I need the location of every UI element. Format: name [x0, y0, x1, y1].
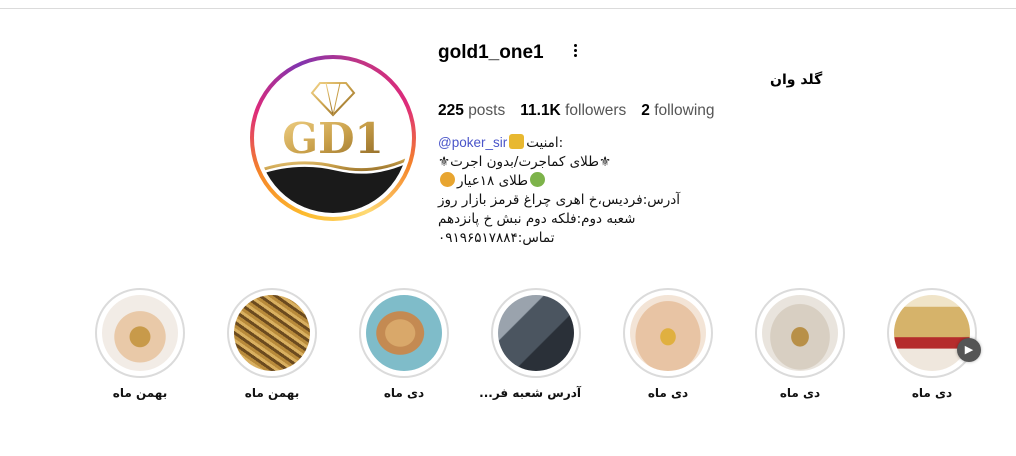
story-highlight[interactable]: بهمن ماه [95, 288, 185, 400]
highlight-label: بهمن ماه [112, 386, 168, 400]
bio-line-1: @poker_sir :امنیت [438, 133, 698, 153]
followers-stat[interactable]: 11.1K followers [520, 102, 626, 120]
posts-stat: 225 posts [438, 102, 505, 120]
lock-emoji-icon [509, 134, 525, 149]
story-highlight[interactable]: آدرس شعبه فر... [479, 288, 581, 400]
highlight-label: آدرس شعبه فر... [479, 386, 581, 400]
username: gold1_one1 [438, 42, 544, 63]
chevron-right-icon[interactable]: ▶ [957, 338, 981, 362]
highlight-thumbnail [894, 295, 970, 371]
bio-line-1-text: :امنیت [526, 135, 564, 151]
following-count: 2 [641, 102, 650, 119]
full-name: گلد وان [770, 72, 823, 88]
story-highlight[interactable]: دی ماه [359, 288, 449, 400]
followers-label: followers [565, 102, 627, 119]
following-label: following [654, 102, 715, 119]
bio-line-6: تماس:۰۹۱۹۶۵۱۷۸۸۴ [438, 230, 555, 246]
highlight-label: دی ماه [779, 386, 821, 400]
following-stat[interactable]: 2 following [641, 102, 714, 120]
highlight-label: دی ماه [647, 386, 689, 400]
top-divider [0, 8, 1016, 9]
more-options-icon[interactable] [568, 42, 582, 60]
highlight-thumbnail [366, 295, 442, 371]
bio-line-4: آدرس:فردیس،خ اهری چراغ قرمز بازار روز [438, 192, 681, 208]
profile-bio: @poker_sir :امنیت ⚜طلای کماجرت/بدون اجرت⚜… [438, 133, 698, 248]
medal-emoji-icon [440, 172, 455, 187]
gd1-logo: GD1 [258, 63, 408, 213]
posts-label: posts [468, 102, 506, 119]
svg-text:GD1: GD1 [282, 114, 384, 163]
story-highlight[interactable]: دی ماه [623, 288, 713, 400]
posts-count: 225 [438, 102, 464, 119]
profile-stats: 225 posts 11.1K followers 2 following [438, 102, 715, 120]
bio-line-5: شعبه دوم:فلکه دوم نبش خ پانزدهم [438, 211, 636, 227]
highlight-thumbnail [762, 295, 838, 371]
highlight-label: بهمن ماه [244, 386, 300, 400]
bio-line-3-text: طلای ۱۸عیار [457, 173, 528, 189]
story-highlight[interactable]: دی ماه [755, 288, 845, 400]
bio-line-3: طلای ۱۸عیار [438, 172, 698, 191]
seedling-emoji-icon [529, 172, 545, 187]
story-highlight[interactable]: بهمن ماه [227, 288, 317, 400]
highlight-label: دی ماه [383, 386, 425, 400]
highlight-thumbnail [630, 295, 706, 371]
followers-count: 11.1K [520, 102, 561, 119]
profile-avatar[interactable]: GD1 [250, 55, 416, 221]
highlight-label: دی ماه [911, 386, 953, 400]
highlight-thumbnail [498, 295, 574, 371]
bio-mention-link[interactable]: @poker_sir [438, 135, 507, 150]
highlight-thumbnail [102, 295, 178, 371]
highlight-thumbnail [234, 295, 310, 371]
bio-line-2: ⚜طلای کماجرت/بدون اجرت⚜ [438, 154, 612, 170]
